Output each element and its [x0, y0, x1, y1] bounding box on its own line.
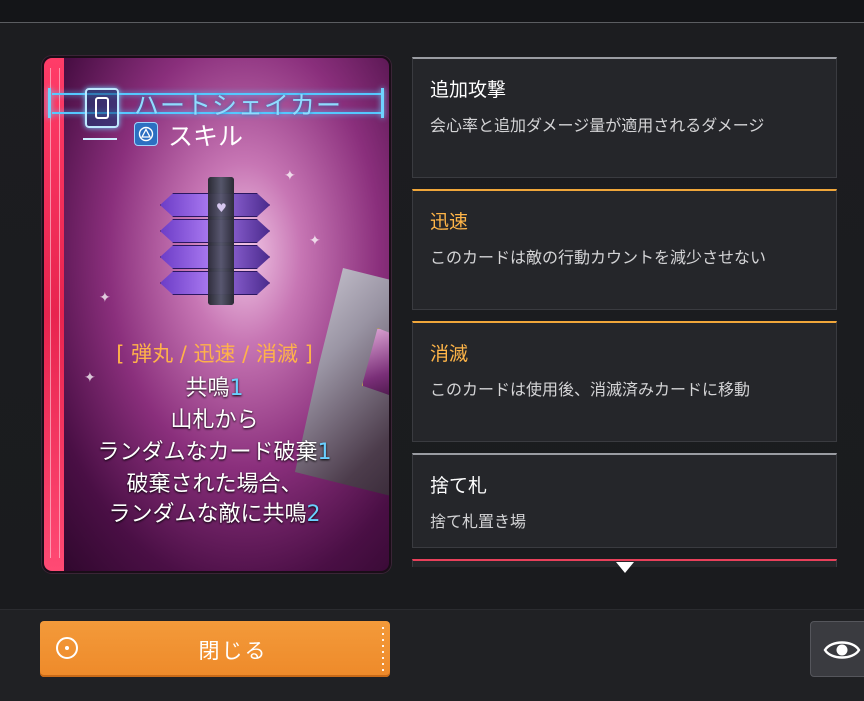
scroll-down-icon[interactable] [616, 562, 634, 573]
sparkle-icon: ✦ [309, 233, 321, 249]
keyword-title: 消滅 [430, 343, 469, 365]
card-cost-icon [85, 88, 119, 128]
skill-icon [134, 122, 158, 146]
keyword-title: 捨て札 [430, 475, 488, 497]
card-type-label: スキル [168, 122, 244, 151]
close-button-label: 閉じる [198, 639, 268, 663]
keyword-title: 追加攻撃 [430, 79, 507, 101]
keyword-panel-extra-attack: 追加攻撃 会心率と追加ダメージ量が適用されるダメージ [412, 57, 837, 178]
card-effect-line: ランダムな敵に共鳴2 [108, 502, 321, 527]
keyword-panel-exhaust: 消滅 このカードは使用後、消滅済みカードに移動 [412, 321, 837, 442]
eye-icon [823, 641, 861, 659]
keyword-description: このカードは敵の行動カウントを減少させない [430, 248, 767, 267]
keyword-title: 迅速 [430, 211, 469, 233]
keyword-description: 会心率と追加ダメージ量が適用されるダメージ [430, 116, 765, 135]
card-title-glow [48, 88, 51, 118]
card-effect-line: 山札から [170, 408, 259, 433]
heart-icon: ♥ [216, 201, 227, 215]
keyword-panel-discard: 捨て札 捨て札置き場 [412, 453, 837, 548]
cost-underline [83, 138, 117, 140]
close-button[interactable]: 閉じる [40, 621, 390, 677]
view-card-button[interactable] [810, 621, 864, 677]
card-title-glow [381, 88, 384, 118]
keyword-description: このカードは使用後、消滅済みカードに移動 [430, 380, 751, 399]
card-keywords: [ 弾丸 / 迅速 / 消滅 ] [116, 342, 313, 366]
keyword-description: 捨て札置き場 [430, 512, 527, 531]
button-edge-decoration [382, 627, 384, 671]
top-bar [0, 0, 864, 23]
card-effect-line: 破棄された場合、 [126, 472, 303, 497]
card-effect-line: ランダムなカード破棄1 [97, 440, 332, 465]
card-effect-line: 共鳴1 [185, 376, 244, 401]
sparkle-icon: ✦ [284, 168, 296, 184]
keyword-panel-swift: 迅速 このカードは敵の行動カウントを減少させない [412, 189, 837, 310]
card-art-bullets: ♥ [160, 177, 280, 305]
sparkle-icon: ✦ [99, 290, 111, 306]
